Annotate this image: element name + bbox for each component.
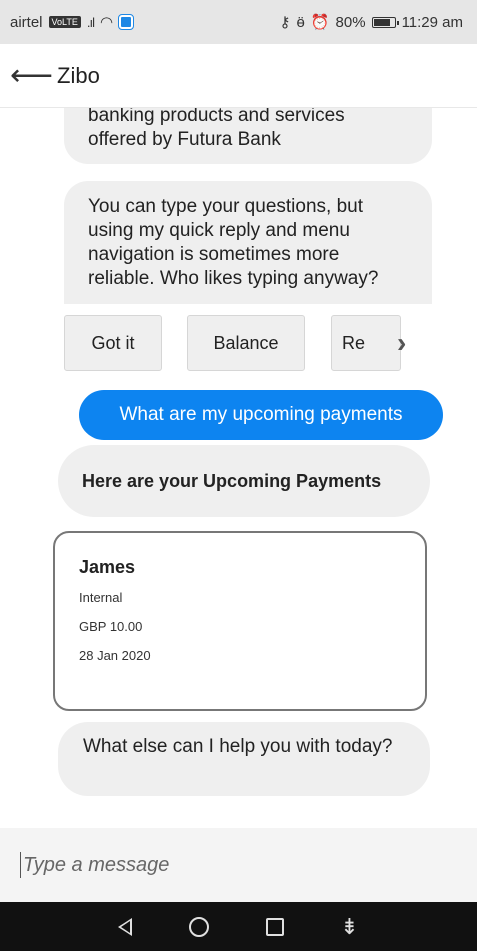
carrier-name: airtel [10, 13, 43, 31]
eye-icon: ӫ [296, 13, 305, 31]
payment-date: 28 Jan 2020 [79, 648, 151, 663]
status-right: ⚷ ӫ ⏰ 80% 11:29 am [279, 13, 464, 32]
bot-message: banking products and services offered by… [64, 108, 432, 164]
nav-back-icon[interactable] [118, 917, 133, 936]
bot-heading-message: Here are your Upcoming Payments [58, 445, 430, 517]
status-left: airtel VoLTE .ıl ◠ [10, 13, 135, 31]
nav-home-icon[interactable] [188, 916, 209, 937]
message-input[interactable] [20, 852, 460, 878]
system-nav-bar: ⇟ [0, 902, 477, 951]
payment-card[interactable]: James Internal GBP 10.00 28 Jan 2020 [53, 531, 427, 711]
payee-name: James [79, 557, 136, 577]
payment-amount: GBP 10.00 [79, 619, 143, 634]
back-arrow-icon[interactable]: ⟵ [10, 60, 53, 91]
status-bar: airtel VoLTE .ıl ◠ ⚷ ӫ ⏰ 80% 11:29 am [0, 0, 477, 44]
app-header: ⟵ Zibo [0, 44, 477, 108]
volte-badge: VoLTE [48, 16, 81, 28]
bot-message: You can type your questions, but using m… [64, 181, 432, 304]
key-icon: ⚷ [279, 14, 291, 31]
user-message: What are my upcoming payments [79, 390, 443, 440]
payment-type: Internal [79, 590, 123, 605]
alarm-icon: ⏰ [310, 14, 330, 31]
chevron-right-icon[interactable]: › [397, 329, 406, 357]
clock-time: 11:29 am [401, 13, 463, 31]
bot-message: What else can I help you with today? [58, 722, 430, 796]
nav-notification-icon[interactable]: ⇟ [340, 915, 358, 938]
signal-icon: .ıl [86, 14, 95, 30]
nav-recent-icon[interactable] [265, 917, 284, 936]
quick-reply-balance[interactable]: Balance [187, 315, 305, 371]
vpn-icon [118, 14, 135, 30]
message-composer [0, 828, 477, 902]
battery-icon [371, 16, 399, 28]
quick-reply-partial[interactable]: Re [331, 315, 401, 371]
quick-reply-got-it[interactable]: Got it [64, 315, 162, 371]
battery-percent: 80% [335, 13, 366, 31]
chat-thread[interactable]: banking products and services offered by… [0, 108, 477, 828]
page-title: Zibo [57, 62, 100, 88]
quick-replies: Got it Balance Re › [64, 315, 432, 373]
wifi-icon: ◠ [100, 14, 114, 31]
